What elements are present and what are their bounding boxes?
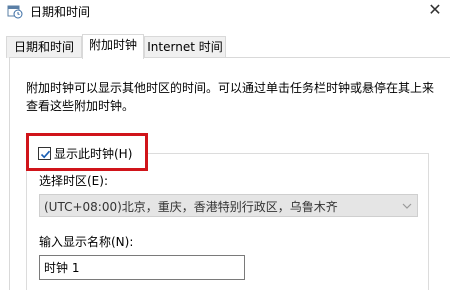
tab-additional-clocks[interactable]: 附加时钟 (82, 34, 144, 59)
chevron-down-icon (400, 199, 414, 213)
close-button[interactable]: ✕ (420, 0, 450, 22)
window-title: 日期和时间 (30, 5, 91, 19)
close-icon: ✕ (428, 0, 442, 19)
title-bar: 日期和时间 ✕ (0, 0, 450, 28)
tab-strip: 日期和时间 附加时钟 Internet 时间 (0, 34, 450, 59)
calendar-clock-icon (6, 2, 24, 20)
checkmark-icon (40, 150, 51, 159)
tab-internet-time[interactable]: Internet 时间 (144, 36, 226, 58)
timezone-label: 选择时区(E): (39, 174, 108, 188)
tab-date-and-time[interactable]: 日期和时间 (6, 36, 82, 58)
timezone-value: (UTC+08:00)北京，重庆，香港特别行政区，乌鲁木齐 (44, 200, 338, 214)
timezone-select[interactable]: (UTC+08:00)北京，重庆，香港特别行政区，乌鲁木齐 (39, 194, 418, 217)
display-name-input[interactable] (39, 255, 245, 280)
description-text: 附加时钟可以显示其他时区的时间。可以通过单击任务栏时钟或悬停在其上来查看这些附加… (26, 81, 435, 113)
highlight-box: 显示此时钟(H) (26, 133, 148, 171)
show-clock-checkbox[interactable] (38, 147, 51, 160)
display-name-label: 输入显示名称(N): (39, 235, 134, 249)
show-clock-label[interactable]: 显示此时钟(H) (54, 145, 132, 162)
